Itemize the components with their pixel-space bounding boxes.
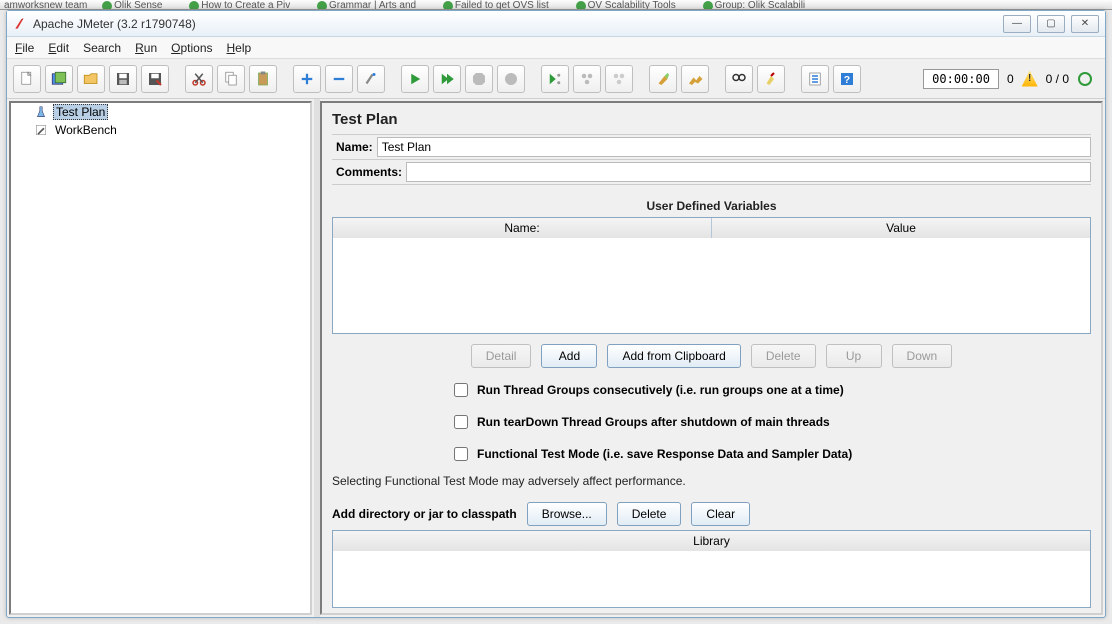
tree-item-test-plan[interactable]: Test Plan <box>11 103 310 121</box>
udv-title: User Defined Variables <box>332 199 1091 213</box>
cut-button[interactable] <box>185 65 213 93</box>
comments-label: Comments: <box>332 163 406 181</box>
pencil-icon <box>33 122 49 138</box>
favicon-icon <box>189 1 199 10</box>
warning-icon[interactable] <box>1022 71 1038 87</box>
toggle-button[interactable] <box>357 65 385 93</box>
udv-body[interactable] <box>333 238 1090 333</box>
remote-shutdown-button[interactable] <box>605 65 633 93</box>
start-no-timers-button[interactable] <box>433 65 461 93</box>
comments-input[interactable] <box>406 162 1091 182</box>
functional-note: Selecting Functional Test Mode may adver… <box>332 474 1091 488</box>
browser-tab[interactable]: Olik Sense <box>114 0 162 10</box>
main-editor-pane: Test Plan Name: Comments: User Defined V… <box>320 101 1103 615</box>
stop-button[interactable] <box>465 65 493 93</box>
application-window: Apache JMeter (3.2 r1790748) — ▢ ✕ File … <box>6 10 1106 618</box>
up-button[interactable]: Up <box>826 344 882 368</box>
svg-text:?: ? <box>844 73 850 85</box>
favicon-icon <box>102 1 112 10</box>
udv-col-name[interactable]: Name: <box>333 218 712 238</box>
threads-indicator-icon <box>1077 71 1093 87</box>
consecutive-label: Run Thread Groups consecutively (i.e. ru… <box>477 383 844 397</box>
threads-status: 0 / 0 <box>1046 72 1069 86</box>
window-title: Apache JMeter (3.2 r1790748) <box>33 17 196 31</box>
minimize-button[interactable]: — <box>1003 15 1031 33</box>
jmeter-app-icon <box>13 17 27 31</box>
collapse-button[interactable] <box>325 65 353 93</box>
library-header[interactable]: Library <box>333 531 1090 551</box>
browser-tab[interactable]: Grammar | Arts and <box>329 0 416 10</box>
search-tool-button[interactable] <box>725 65 753 93</box>
help-tool-button[interactable]: ? <box>833 65 861 93</box>
maximize-button[interactable]: ▢ <box>1037 15 1065 33</box>
functional-label: Functional Test Mode (i.e. save Response… <box>477 447 852 461</box>
browser-tab[interactable]: How to Create a Piv <box>201 0 290 10</box>
browser-tab[interactable]: Group: Olik Scalabili <box>715 0 806 10</box>
add-button[interactable]: Add <box>541 344 597 368</box>
menu-bar: File Edit Search Run Options Help <box>7 37 1105 59</box>
classpath-clear-button[interactable]: Clear <box>691 502 750 526</box>
menu-file[interactable]: File <box>15 41 34 55</box>
clear-all-button[interactable] <box>681 65 709 93</box>
tree-item-label: WorkBench <box>53 123 119 137</box>
panel-title: Test Plan <box>332 111 1091 128</box>
favicon-icon <box>317 1 327 10</box>
functional-checkbox[interactable] <box>454 447 468 461</box>
expand-button[interactable] <box>293 65 321 93</box>
name-label: Name: <box>332 138 377 156</box>
favicon-icon <box>443 1 453 10</box>
classpath-label: Add directory or jar to classpath <box>332 507 517 521</box>
favicon-icon <box>576 1 586 10</box>
warnings-count: 0 <box>1007 72 1014 86</box>
tree-pane[interactable]: Test Plan WorkBench <box>9 101 312 615</box>
remote-start-button[interactable] <box>541 65 569 93</box>
classpath-delete-button[interactable]: Delete <box>617 502 682 526</box>
clear-button[interactable] <box>649 65 677 93</box>
new-button[interactable] <box>13 65 41 93</box>
menu-help[interactable]: Help <box>227 41 252 55</box>
close-button[interactable]: ✕ <box>1071 15 1099 33</box>
open-button[interactable] <box>77 65 105 93</box>
library-table[interactable]: Library <box>332 530 1091 608</box>
udv-table[interactable]: Name: Value <box>332 217 1091 334</box>
shutdown-button[interactable] <box>497 65 525 93</box>
function-helper-button[interactable] <box>801 65 829 93</box>
delete-button[interactable]: Delete <box>751 344 816 368</box>
teardown-label: Run tearDown Thread Groups after shutdow… <box>477 415 830 429</box>
toolbar: ? 00:00:00 0 0 / 0 <box>7 59 1105 99</box>
browser-tab[interactable]: amworksnew team <box>4 0 87 10</box>
detail-button[interactable]: Detail <box>471 344 532 368</box>
browser-tab[interactable]: OV Scalability Tools <box>588 0 676 10</box>
copy-button[interactable] <box>217 65 245 93</box>
menu-edit[interactable]: Edit <box>48 41 69 55</box>
favicon-icon <box>703 1 713 10</box>
tree-item-workbench[interactable]: WorkBench <box>11 121 310 139</box>
start-button[interactable] <box>401 65 429 93</box>
browser-tab[interactable]: Failed to get OVS list <box>455 0 549 10</box>
reset-search-button[interactable] <box>757 65 785 93</box>
browse-button[interactable]: Browse... <box>527 502 607 526</box>
menu-search[interactable]: Search <box>83 41 121 55</box>
save-button[interactable] <box>109 65 137 93</box>
down-button[interactable]: Down <box>892 344 953 368</box>
browser-tab-strip: amworksnew team Olik Sense How to Create… <box>0 0 1112 10</box>
menu-options[interactable]: Options <box>171 41 212 55</box>
name-input[interactable] <box>377 137 1091 157</box>
paste-button[interactable] <box>249 65 277 93</box>
library-body[interactable] <box>333 551 1090 607</box>
flask-icon <box>33 104 49 120</box>
title-bar[interactable]: Apache JMeter (3.2 r1790748) — ▢ ✕ <box>7 11 1105 37</box>
add-from-clipboard-button[interactable]: Add from Clipboard <box>607 344 740 368</box>
elapsed-timer: 00:00:00 <box>923 69 999 89</box>
save-as-button[interactable] <box>141 65 169 93</box>
consecutive-checkbox[interactable] <box>454 383 468 397</box>
teardown-checkbox[interactable] <box>454 415 468 429</box>
menu-run[interactable]: Run <box>135 41 157 55</box>
udv-col-value[interactable]: Value <box>712 218 1090 238</box>
remote-stop-button[interactable] <box>573 65 601 93</box>
tree-item-label: Test Plan <box>53 104 108 120</box>
templates-button[interactable] <box>45 65 73 93</box>
